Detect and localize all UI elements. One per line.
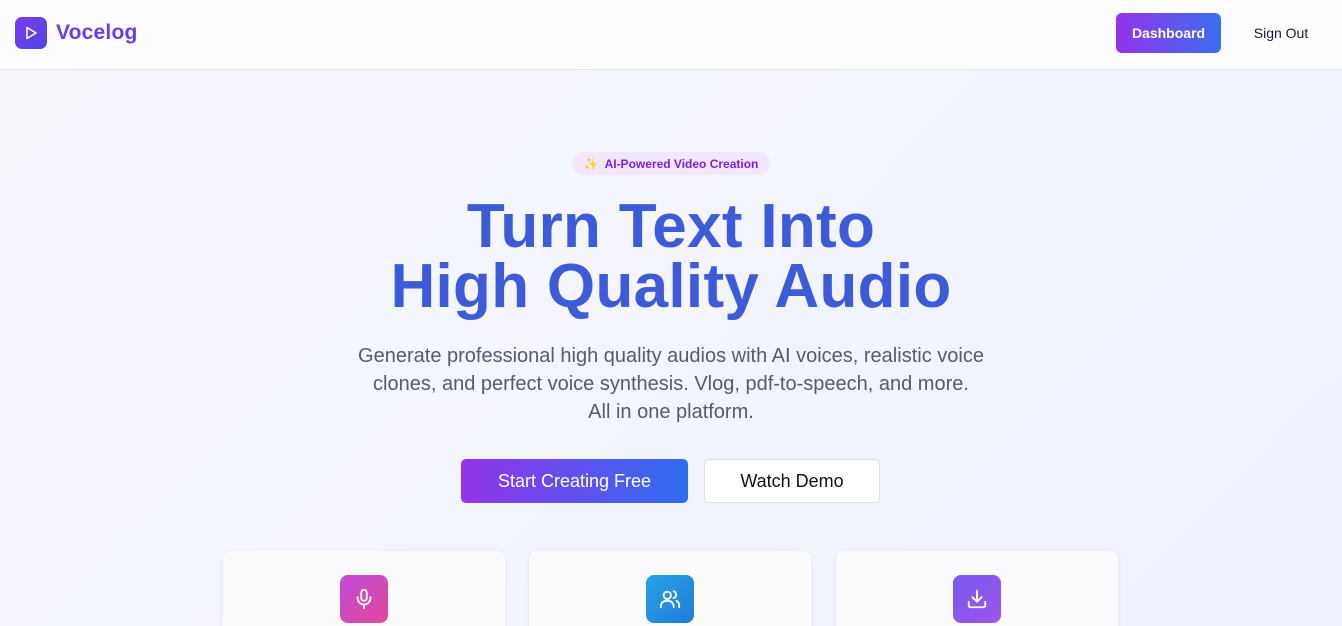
sign-out-button[interactable]: Sign Out [1236, 13, 1326, 53]
ai-badge: ✨ AI-Powered Video Creation [572, 152, 770, 175]
microphone-icon [340, 575, 388, 623]
sparkles-icon: ✨ [583, 156, 599, 171]
watch-demo-button[interactable]: Watch Demo [704, 459, 880, 503]
brand-name: Vocelog [56, 21, 138, 44]
start-creating-button[interactable]: Start Creating Free [461, 459, 688, 503]
badge-label: AI-Powered Video Creation [604, 156, 759, 171]
feature-card [529, 551, 811, 626]
dashboard-button[interactable]: Dashboard [1116, 13, 1221, 53]
hero-title: Turn Text Into High Quality Audio [0, 192, 1342, 321]
top-navbar: Vocelog Dashboard Sign Out [0, 0, 1342, 70]
brand-logo[interactable]: Vocelog [15, 17, 138, 49]
hero-subtitle-line-1: Generate professional high quality audio… [358, 345, 984, 367]
play-icon [15, 17, 47, 49]
hero-title-line-2: High Quality Audio [390, 252, 952, 321]
hero-subtitle: Generate professional high quality audio… [321, 342, 1021, 426]
hero-subtitle-line-2: clones, and perfect voice synthesis. Vlo… [373, 373, 969, 395]
download-icon [953, 575, 1001, 623]
users-icon [646, 575, 694, 623]
feature-card [223, 551, 505, 626]
hero-title-line-1: Turn Text Into [466, 192, 876, 261]
landing-page: Vocelog Dashboard Sign Out ✨ AI-Powered … [0, 0, 1342, 626]
feature-card [836, 551, 1118, 626]
hero-subtitle-line-3: All in one platform. [588, 401, 754, 423]
